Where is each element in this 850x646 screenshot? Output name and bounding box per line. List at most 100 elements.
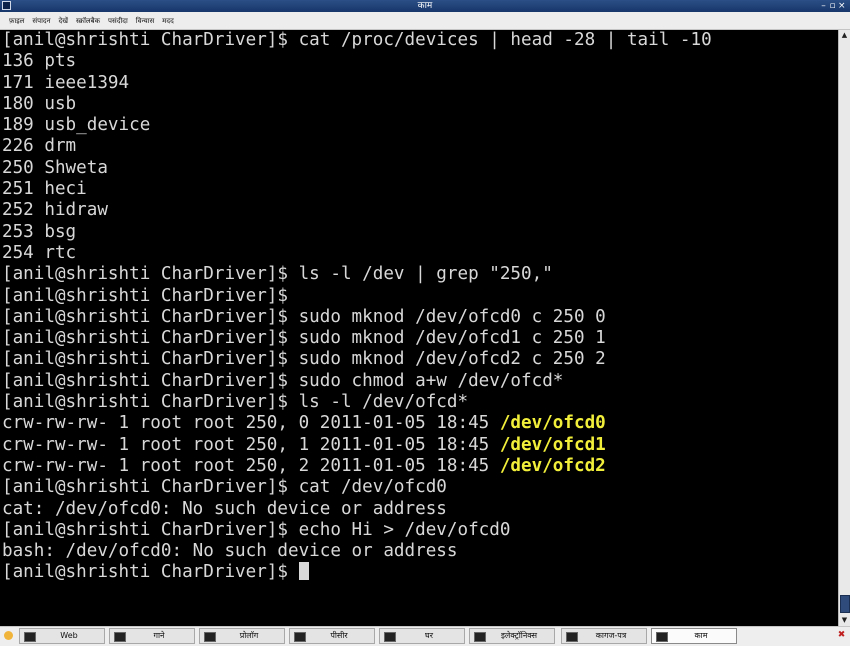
terminal-line: [anil@shrishti CharDriver]$ cat /proc/de…: [0, 30, 838, 51]
menu-file[interactable]: फ़ाइल: [5, 12, 28, 30]
terminal-line: [anil@shrishti CharDriver]$ ls -l /dev |…: [0, 264, 838, 285]
terminal-line-text: 180 usb: [2, 93, 77, 114]
terminal-line: crw-rw-rw- 1 root root 250, 1 2011-01-05…: [0, 435, 838, 456]
terminal-line: [anil@shrishti CharDriver]$ ls -l /dev/o…: [0, 392, 838, 413]
terminal-line: cat: /dev/ofcd0: No such device or addre…: [0, 499, 838, 520]
taskbar-task-label: इलेक्ट्रॉनिक्स: [500, 631, 538, 640]
terminal-line: 136 pts: [0, 51, 838, 72]
taskbar-task-button[interactable]: Web: [19, 628, 105, 644]
terminal-line-text: 250 Shweta: [2, 157, 108, 178]
terminal-window-icon: [566, 632, 578, 642]
menu-help[interactable]: मदद: [158, 12, 178, 30]
terminal-line-text: [anil@shrishti CharDriver]$: [2, 285, 288, 306]
terminal-line: crw-rw-rw- 1 root root 250, 0 2011-01-05…: [0, 413, 838, 434]
terminal-line: 251 heci: [0, 179, 838, 200]
device-file-path: /dev/ofcd2: [499, 455, 606, 476]
terminal-line-text: [anil@shrishti CharDriver]$ ls -l /dev/o…: [2, 392, 469, 413]
taskbar-task-label: कागज-पत्र: [595, 631, 627, 640]
terminal-line-text: cat: /dev/ofcd0: No such device or addre…: [2, 498, 447, 519]
terminal-line-text: [anil@shrishti CharDriver]$ echo Hi > /d…: [2, 519, 511, 540]
terminal-line-text: crw-rw-rw- 1 root root 250, 2 2011-01-05…: [2, 455, 500, 476]
terminal-line: [anil@shrishti CharDriver]$ sudo mknod /…: [0, 307, 838, 328]
taskbar-task-label: प्रोलॉग: [239, 631, 259, 640]
minimize-button[interactable]: –: [820, 0, 829, 12]
scroll-up-arrow-icon[interactable]: ▲: [839, 30, 850, 41]
terminal-window-icon: [384, 632, 396, 642]
terminal-window-icon: [656, 632, 668, 642]
terminal-line-text: [anil@shrishti CharDriver]$: [2, 562, 299, 583]
terminal-line-text: 189 usb_device: [2, 115, 151, 136]
terminal-line: 250 Shweta: [0, 158, 838, 179]
terminal-line: [anil@shrishti CharDriver]$ echo Hi > /d…: [0, 520, 838, 541]
terminal-line-text: 171 ieee1394: [2, 72, 130, 93]
window-controls: – ▫×: [820, 0, 847, 12]
terminal-line-text: [anil@shrishti CharDriver]$ ls -l /dev |…: [2, 264, 553, 285]
terminal-line-text: [anil@shrishti CharDriver]$ sudo mknod /…: [2, 349, 606, 370]
terminal-cursor: [298, 562, 309, 581]
terminal-line-text: [anil@shrishti CharDriver]$ cat /proc/de…: [2, 30, 712, 50]
menu-scrollback[interactable]: स्क्रॉलबैक: [72, 12, 104, 30]
device-file-path: /dev/ofcd0: [499, 413, 606, 434]
taskbar-task-button[interactable]: प्रोलॉग: [199, 628, 285, 644]
taskbar-task-button[interactable]: पीसीर: [289, 628, 375, 644]
menu-bookmarks[interactable]: पसंदीदा: [104, 12, 132, 30]
terminal-line: [anil@shrishti CharDriver]$ cat /dev/ofc…: [0, 477, 838, 498]
taskbar-task-button[interactable]: कागज-पत्र: [561, 628, 647, 644]
terminal-line-text: 136 pts: [2, 51, 77, 72]
terminal-line: 254 rtc: [0, 243, 838, 264]
menu-view[interactable]: देखें: [55, 12, 72, 30]
terminal-line: bash: /dev/ofcd0: No such device or addr…: [0, 541, 838, 562]
terminal-line-text: [anil@shrishti CharDriver]$ sudo mknod /…: [2, 306, 606, 327]
window-title: काम: [417, 1, 433, 11]
start-menu-button[interactable]: [2, 629, 16, 644]
terminal-line-text: [anil@shrishti CharDriver]$ sudo mknod /…: [2, 328, 606, 349]
taskbar-task-label: गाने: [153, 631, 165, 640]
taskbar-task-label: काम: [694, 631, 708, 640]
scroll-down-arrow-icon[interactable]: ▼: [839, 615, 850, 626]
menu-edit[interactable]: संपादन: [28, 12, 54, 30]
terminal-window-icon: [114, 632, 126, 642]
taskbar-task-label: घर: [425, 631, 433, 640]
taskbar-task-button[interactable]: इलेक्ट्रॉनिक्स: [469, 628, 555, 644]
taskbar-task-button[interactable]: काम: [651, 628, 737, 644]
terminal-line-text: bash: /dev/ofcd0: No such device or addr…: [2, 541, 458, 562]
terminal-window-icon: [474, 632, 486, 642]
terminal-line-text: 226 drm: [2, 136, 77, 157]
taskbar-task-label: पीसीर: [330, 631, 348, 640]
device-file-path: /dev/ofcd1: [499, 434, 606, 455]
terminal-line: [anil@shrishti CharDriver]$ sudo mknod /…: [0, 328, 838, 349]
terminal-line: [anil@shrishti CharDriver]$ sudo mknod /…: [0, 349, 838, 370]
terminal-line: [anil@shrishti CharDriver]$: [0, 286, 838, 307]
terminal-line-text: 254 rtc: [2, 242, 77, 263]
terminal-output[interactable]: [anil@shrishti CharDriver]$ cat /proc/de…: [0, 30, 838, 626]
maximize-button[interactable]: ▫: [829, 0, 838, 12]
scroll-thumb[interactable]: [840, 595, 850, 613]
terminal-line: [anil@shrishti CharDriver]$: [0, 562, 838, 583]
terminal-line-text: 253 bsg: [2, 221, 77, 242]
terminal-line: 226 drm: [0, 136, 838, 157]
terminal-window-icon: [294, 632, 306, 642]
start-menu-icon: [4, 631, 13, 640]
terminal-line-text: 251 heci: [2, 179, 87, 200]
terminal-line-text: crw-rw-rw- 1 root root 250, 0 2011-01-05…: [2, 413, 500, 434]
terminal-line: 180 usb: [0, 94, 838, 115]
terminal-line-text: [anil@shrishti CharDriver]$ cat /dev/ofc…: [2, 477, 447, 498]
window-titlebar: काम – ▫×: [0, 0, 850, 12]
terminal-line: [anil@shrishti CharDriver]$ sudo chmod a…: [0, 371, 838, 392]
terminal-scrollbar[interactable]: ▲ ▼: [838, 30, 850, 626]
terminal-line-text: 252 hidraw: [2, 200, 108, 221]
taskbar-task-button[interactable]: गाने: [109, 628, 195, 644]
terminal-line: 253 bsg: [0, 222, 838, 243]
tray-close-icon[interactable]: ✖: [837, 631, 846, 640]
menu-settings[interactable]: विन्यास: [132, 12, 158, 30]
terminal-window-icon: [24, 632, 36, 642]
taskbar-task-button[interactable]: घर: [379, 628, 465, 644]
terminal-line: crw-rw-rw- 1 root root 250, 2 2011-01-05…: [0, 456, 838, 477]
terminal-window-icon: [204, 632, 216, 642]
menu-bar: फ़ाइल संपादन देखें स्क्रॉलबैक पसंदीदा विन्यास…: [0, 12, 850, 30]
terminal-line: 189 usb_device: [0, 115, 838, 136]
terminal-line: 171 ieee1394: [0, 73, 838, 94]
terminal-line-text: crw-rw-rw- 1 root root 250, 1 2011-01-05…: [2, 434, 500, 455]
terminal-line-text: [anil@shrishti CharDriver]$ sudo chmod a…: [2, 370, 564, 391]
close-button[interactable]: ×: [838, 0, 847, 12]
